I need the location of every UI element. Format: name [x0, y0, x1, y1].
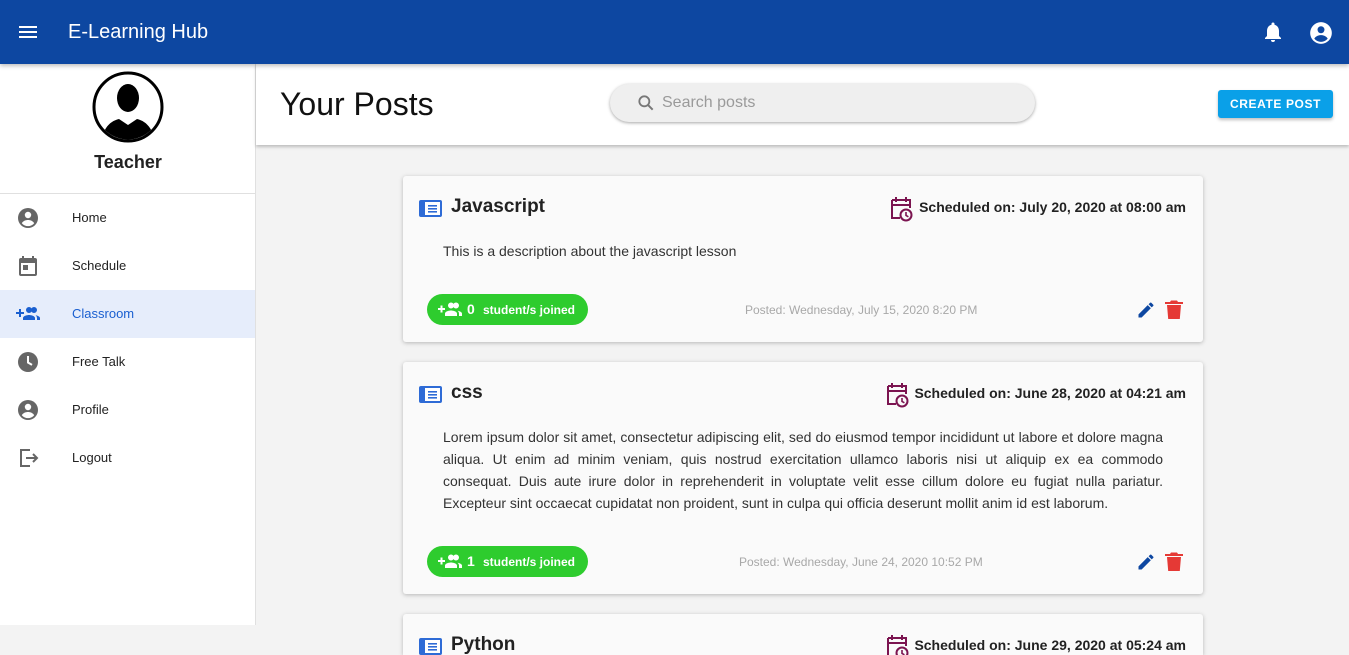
account-circle-icon — [18, 208, 38, 228]
group-add-icon — [438, 554, 462, 568]
book-icon — [419, 386, 442, 403]
post-card: Javascript Scheduled on: July 20, 2020 a… — [403, 176, 1203, 342]
scheduled-date: Scheduled on: June 28, 2020 at 04:21 am — [914, 385, 1186, 401]
search-input[interactable] — [662, 90, 1022, 116]
joined-count: 1 — [467, 553, 475, 569]
sidebar-item-label: Classroom — [72, 306, 135, 321]
trash-icon[interactable] — [1165, 552, 1183, 572]
post-description: Lorem ipsum dolor sit amet, consectetur … — [443, 429, 1163, 511]
sidebar: Teacher Home Schedule Classroom Free Tal… — [0, 64, 256, 625]
group-add-icon — [438, 302, 462, 316]
calendar-icon — [19, 256, 37, 276]
calendar-clock-icon — [891, 197, 913, 222]
page-title: Your Posts — [280, 86, 434, 122]
sidebar-item-profile[interactable]: Profile — [0, 386, 255, 434]
create-post-button[interactable]: CREATE POST — [1218, 90, 1333, 118]
post-title: Python — [451, 634, 516, 655]
post-description: This is a description about the javascri… — [443, 243, 737, 259]
scheduled-date: Scheduled on: July 20, 2020 at 08:00 am — [919, 199, 1186, 215]
sidebar-item-logout[interactable]: Logout — [0, 434, 255, 482]
clock-icon — [18, 352, 38, 372]
sidebar-item-label: Logout — [72, 450, 112, 465]
menu-icon[interactable] — [16, 20, 40, 44]
bell-icon[interactable] — [1261, 20, 1285, 44]
posted-date: Posted: Wednesday, June 24, 2020 10:52 P… — [739, 555, 983, 569]
logout-icon — [20, 449, 39, 467]
pencil-icon[interactable] — [1136, 552, 1156, 572]
post-card: css Scheduled on: June 28, 2020 at 04:21… — [403, 362, 1203, 594]
page-header: Your Posts CREATE POST — [256, 64, 1349, 145]
posted-date: Posted: Wednesday, July 15, 2020 8:20 PM — [745, 303, 978, 317]
pencil-icon[interactable] — [1136, 300, 1156, 320]
app-title: E-Learning Hub — [68, 21, 209, 43]
sidebar-item-free-talk[interactable]: Free Talk — [0, 338, 255, 386]
sidebar-item-label: Home — [72, 210, 107, 225]
sidebar-item-classroom[interactable]: Classroom — [0, 290, 255, 338]
avatar — [92, 71, 164, 143]
trash-icon[interactable] — [1165, 300, 1183, 320]
sidebar-item-label: Profile — [72, 402, 109, 417]
scheduled-date: Scheduled on: June 29, 2020 at 05:24 am — [914, 637, 1186, 653]
profile-section: Teacher — [0, 64, 255, 194]
calendar-clock-icon — [887, 383, 909, 408]
joined-count: 0 — [467, 301, 475, 317]
account-circle-icon — [18, 400, 38, 420]
sidebar-item-home[interactable]: Home — [0, 194, 255, 242]
joined-label: student/s joined — [483, 555, 576, 569]
profile-role: Teacher — [94, 152, 162, 172]
post-card: Python Scheduled on: June 29, 2020 at 05… — [403, 614, 1203, 655]
students-joined-badge[interactable]: 1 student/s joined — [427, 546, 588, 577]
book-icon — [419, 638, 442, 655]
book-icon — [419, 200, 442, 217]
sidebar-item-label: Schedule — [72, 258, 127, 273]
sidebar-item-label: Free Talk — [72, 354, 126, 369]
account-circle-icon[interactable] — [1308, 20, 1334, 46]
sidebar-item-schedule[interactable]: Schedule — [0, 242, 255, 290]
app-bar: E-Learning Hub — [0, 0, 1349, 64]
post-title: css — [451, 382, 483, 403]
group-add-icon — [16, 307, 40, 320]
calendar-clock-icon — [887, 635, 909, 655]
joined-label: student/s joined — [483, 303, 576, 317]
students-joined-badge[interactable]: 0 student/s joined — [427, 294, 588, 325]
search-icon — [638, 95, 654, 111]
post-title: Javascript — [451, 196, 546, 217]
search-bar[interactable] — [610, 84, 1035, 122]
